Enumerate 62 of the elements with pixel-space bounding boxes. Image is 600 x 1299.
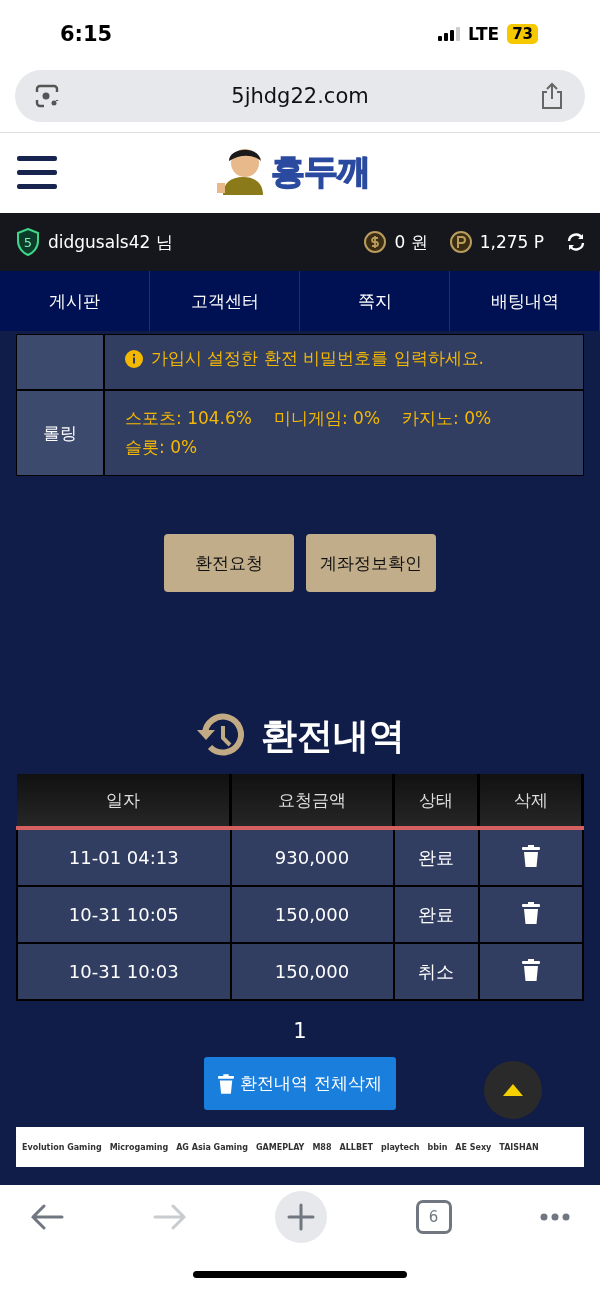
column-header: 삭제 [478,774,583,828]
share-icon[interactable] [539,82,565,110]
column-header: 상태 [393,774,479,828]
more-icon[interactable] [540,1213,570,1221]
action-button[interactable]: 환전요청 [164,534,294,592]
provider-logo: ALLBET [339,1142,373,1152]
column-header: 요청금액 [230,774,394,828]
provider-logo: M88 [312,1142,332,1152]
table-cell: 취소 [393,943,479,1000]
money-balance: 0 원 [394,230,428,254]
shield-level-icon: 5 [16,228,40,256]
refresh-icon[interactable] [566,232,586,252]
rolling-rate: 미니게임: 0% [273,407,381,430]
provider-logo: Microgaming [109,1142,169,1152]
caret-up-icon [503,1084,523,1096]
delete-icon[interactable] [521,901,540,924]
provider-logo: bbin [427,1142,448,1152]
table-cell: 완료 [393,886,479,943]
section-title: 환전내역 [261,713,405,758]
delete-icon[interactable] [521,844,540,867]
page-number[interactable]: 1 [293,1019,307,1043]
delete-all-button[interactable]: 환전내역 전체삭제 [204,1057,396,1110]
form-label-cell: 롤링 [17,391,105,475]
menu-icon[interactable] [17,156,57,190]
table-cell: 930,000 [230,828,394,886]
url-text: 5jhdg22.com [231,84,369,108]
rolling-rate: 카지노: 0% [402,407,492,430]
camera-search-icon[interactable] [33,82,61,110]
provider-logo: AG Asia Gaming [176,1142,249,1152]
point-balance: 1,275 P [479,232,544,252]
table-cell: 150,000 [230,886,394,943]
provider-logo: GAMEPLAY [256,1142,305,1152]
battery-level: 73 [507,24,538,44]
table-cell: 10-31 10:05 [17,886,231,943]
status-time: 6:15 [60,22,113,46]
action-button[interactable]: 계좌정보확인 [306,534,436,592]
info-icon [125,349,143,368]
network-label: LTE [467,24,500,44]
back-icon[interactable] [30,1204,64,1230]
provider-logo: TAISHAN [499,1142,539,1152]
username: didgusals42 님 [48,230,173,254]
notice-text: 가입시 설정한 환전 비밀번호를 입력하세요. [151,347,485,370]
plus-icon [287,1203,315,1231]
tab-count-button[interactable]: 6 [415,1200,452,1234]
point-coin-icon [449,231,472,253]
rolling-rate: 스포츠: 104.6% [125,407,252,430]
table-cell: 10-31 10:03 [17,943,231,1000]
trash-icon [218,1073,235,1094]
column-header: 일자 [17,774,231,828]
coin-icon [364,231,387,253]
address-bar[interactable]: 5jhdg22.com [15,70,585,122]
provider-logo: Evolution Gaming [22,1142,102,1152]
provider-logo: playtech [380,1142,420,1152]
signal-icon [437,27,460,41]
site-logo[interactable]: 홍두깨 [271,149,370,195]
table-cell: 11-01 04:13 [17,828,231,886]
new-tab-button[interactable] [275,1191,327,1243]
rolling-rate: 슬롯: 0% [125,436,198,459]
table-cell: 150,000 [230,943,394,1000]
table-cell: 완료 [393,828,479,886]
delete-icon[interactable] [521,958,540,981]
provider-logo: AE Sexy [455,1142,492,1152]
